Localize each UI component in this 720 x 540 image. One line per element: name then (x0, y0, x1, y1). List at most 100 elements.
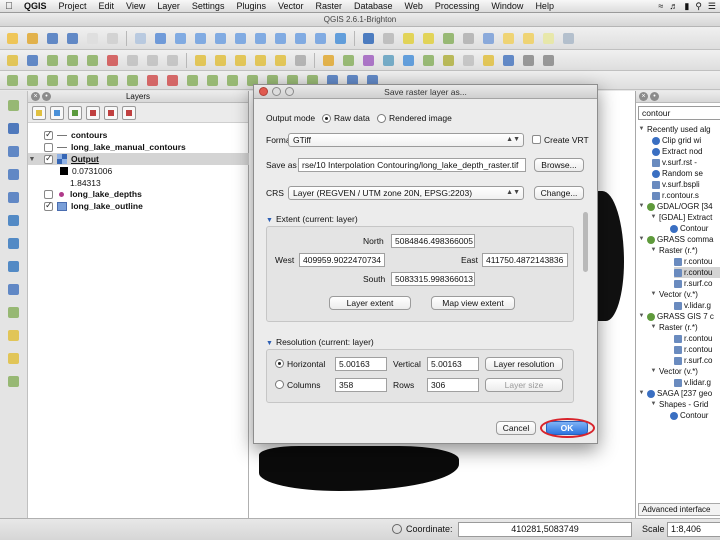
crs-select[interactable]: Layer (REGVEN / UTM zone 20N, EPSG:2203)… (288, 186, 524, 200)
add-wms-layer-icon[interactable] (5, 212, 22, 229)
field-calculator-icon[interactable] (460, 30, 477, 47)
tree-item[interactable]: r.surf.co (674, 355, 712, 366)
action-icon[interactable] (380, 30, 397, 47)
map-tips-icon[interactable] (500, 30, 517, 47)
attribute-table-icon[interactable] (440, 30, 457, 47)
save-as-icon[interactable] (64, 30, 81, 47)
zoom-next-icon[interactable] (312, 30, 329, 47)
grid-icon[interactable] (520, 52, 537, 69)
add-vector-icon[interactable] (320, 52, 337, 69)
add-feature-icon[interactable] (44, 52, 61, 69)
add-oracle-layer-icon[interactable] (5, 281, 22, 298)
advanced-interface-button[interactable]: Advanced interface (638, 503, 720, 516)
split-features-icon[interactable] (224, 72, 241, 89)
label-rotate-icon[interactable] (252, 52, 269, 69)
save-project-icon[interactable] (44, 30, 61, 47)
tree-group[interactable]: ▼ Vector (v.*) (650, 289, 698, 300)
tree-group[interactable]: ▼ [GDAL] Extract (650, 212, 713, 223)
add-wfs-layer-icon[interactable] (5, 258, 22, 275)
menu-web[interactable]: Web (399, 0, 429, 13)
add-ring-icon[interactable] (84, 72, 101, 89)
offset-curve-icon[interactable] (204, 72, 221, 89)
columns-radio[interactable] (275, 380, 284, 389)
tree-group[interactable]: ▼ Vector (v.*) (650, 366, 698, 377)
new-shapefile-icon[interactable] (460, 52, 477, 69)
battery-icon[interactable]: ▮ (684, 0, 689, 13)
expand-all-icon[interactable] (86, 105, 100, 120)
menu-project[interactable]: Project (53, 0, 93, 13)
cut-icon[interactable] (124, 52, 141, 69)
search-icon[interactable]: ⚲ (695, 0, 702, 13)
wifi-icon[interactable]: ≈ (658, 0, 663, 13)
tree-item[interactable]: r.contour.s (652, 190, 699, 201)
annotation-icon[interactable] (540, 30, 557, 47)
select-features-icon[interactable] (400, 30, 417, 47)
scrollbar-thumb[interactable] (583, 212, 588, 272)
open-project-icon[interactable] (24, 30, 41, 47)
add-wcs-icon[interactable] (420, 52, 437, 69)
delete-part-icon[interactable] (164, 72, 181, 89)
create-vrt-label[interactable]: Create VRT (544, 135, 589, 145)
layer-visibility-checkbox[interactable] (44, 142, 53, 152)
csw-icon[interactable] (292, 52, 309, 69)
minimize-window-icon[interactable] (272, 87, 281, 96)
layer-resolution-button[interactable]: Layer resolution (485, 357, 563, 371)
coordinate-field[interactable]: 410281,5083749 (458, 522, 632, 537)
save-as-input[interactable]: rse/10 Interpolation Contouring/long_lak… (298, 158, 526, 172)
apple-icon[interactable]:  (0, 1, 18, 12)
tree-item[interactable]: Extract nod (652, 146, 702, 157)
scale-field[interactable]: 1:8,406 (667, 522, 720, 537)
tree-item[interactable]: Contour (670, 223, 708, 234)
layer-visibility-checkbox[interactable] (44, 129, 53, 140)
tree-group[interactable]: ▼ GRASS GIS 7 c (638, 311, 714, 322)
raw-data-radio[interactable] (322, 114, 331, 123)
label-change-icon[interactable] (272, 52, 289, 69)
menu-view[interactable]: View (120, 0, 151, 13)
horizontal-label[interactable]: Horizontal (287, 359, 325, 369)
undo-icon[interactable] (4, 72, 21, 89)
tree-group[interactable]: ▼ GRASS comma (638, 234, 714, 245)
move-feature-icon[interactable] (64, 52, 81, 69)
delete-selected-icon[interactable] (104, 52, 121, 69)
processing-search-input[interactable]: contour (638, 106, 720, 120)
python-icon[interactable] (540, 52, 557, 69)
zoom-window-icon[interactable] (285, 87, 294, 96)
tree-item[interactable]: r.contou (674, 256, 712, 267)
simplify-icon[interactable] (64, 72, 81, 89)
fill-ring-icon[interactable] (124, 72, 141, 89)
menu-app[interactable]: QGIS (18, 0, 53, 13)
identify-icon[interactable] (360, 30, 377, 47)
delete-ring-icon[interactable] (144, 72, 161, 89)
zoom-in-icon[interactable] (172, 30, 189, 47)
tree-group[interactable]: ▼ Recently used alg (638, 124, 711, 135)
zoom-out-icon[interactable] (192, 30, 209, 47)
filter-icon[interactable] (68, 105, 82, 120)
add-mssql-layer-icon[interactable] (5, 189, 22, 206)
reshape-icon[interactable] (184, 72, 201, 89)
refresh-icon[interactable] (332, 30, 349, 47)
float-panel-icon[interactable]: • (42, 92, 51, 101)
new-temp-layer-icon[interactable] (5, 350, 22, 367)
menu-processing[interactable]: Processing (429, 0, 486, 13)
cancel-button[interactable]: Cancel (496, 421, 536, 435)
tree-item[interactable]: r.surf.co (674, 278, 712, 289)
rows-input[interactable]: 306 (427, 378, 479, 392)
label-move-icon[interactable] (232, 52, 249, 69)
layer-row-long-lake-depths[interactable]: long_lake_depths (28, 188, 249, 200)
tree-item[interactable]: v.surf.rst - (652, 157, 697, 168)
tree-item[interactable]: v.lidar.g (674, 377, 711, 388)
format-select[interactable]: GTiff ▲▼ (288, 133, 524, 147)
tree-item[interactable]: v.lidar.g (674, 300, 711, 311)
pan-to-selection-icon[interactable] (152, 30, 169, 47)
layer-row-contours[interactable]: contours (28, 129, 249, 141)
label-pin-icon[interactable] (192, 52, 209, 69)
deselect-icon[interactable] (420, 30, 437, 47)
layer-visibility-checkbox[interactable] (44, 153, 53, 164)
change-crs-button[interactable]: Change... (534, 186, 584, 200)
tree-item[interactable]: Clip grid wi (652, 135, 701, 146)
layer-row-long-lake-manual-contours[interactable]: long_lake_manual_contours (28, 141, 249, 153)
zoom-layer-icon[interactable] (272, 30, 289, 47)
close-panel-icon[interactable]: × (639, 92, 648, 101)
add-spatialite-icon[interactable] (380, 52, 397, 69)
label-show-icon[interactable] (212, 52, 229, 69)
